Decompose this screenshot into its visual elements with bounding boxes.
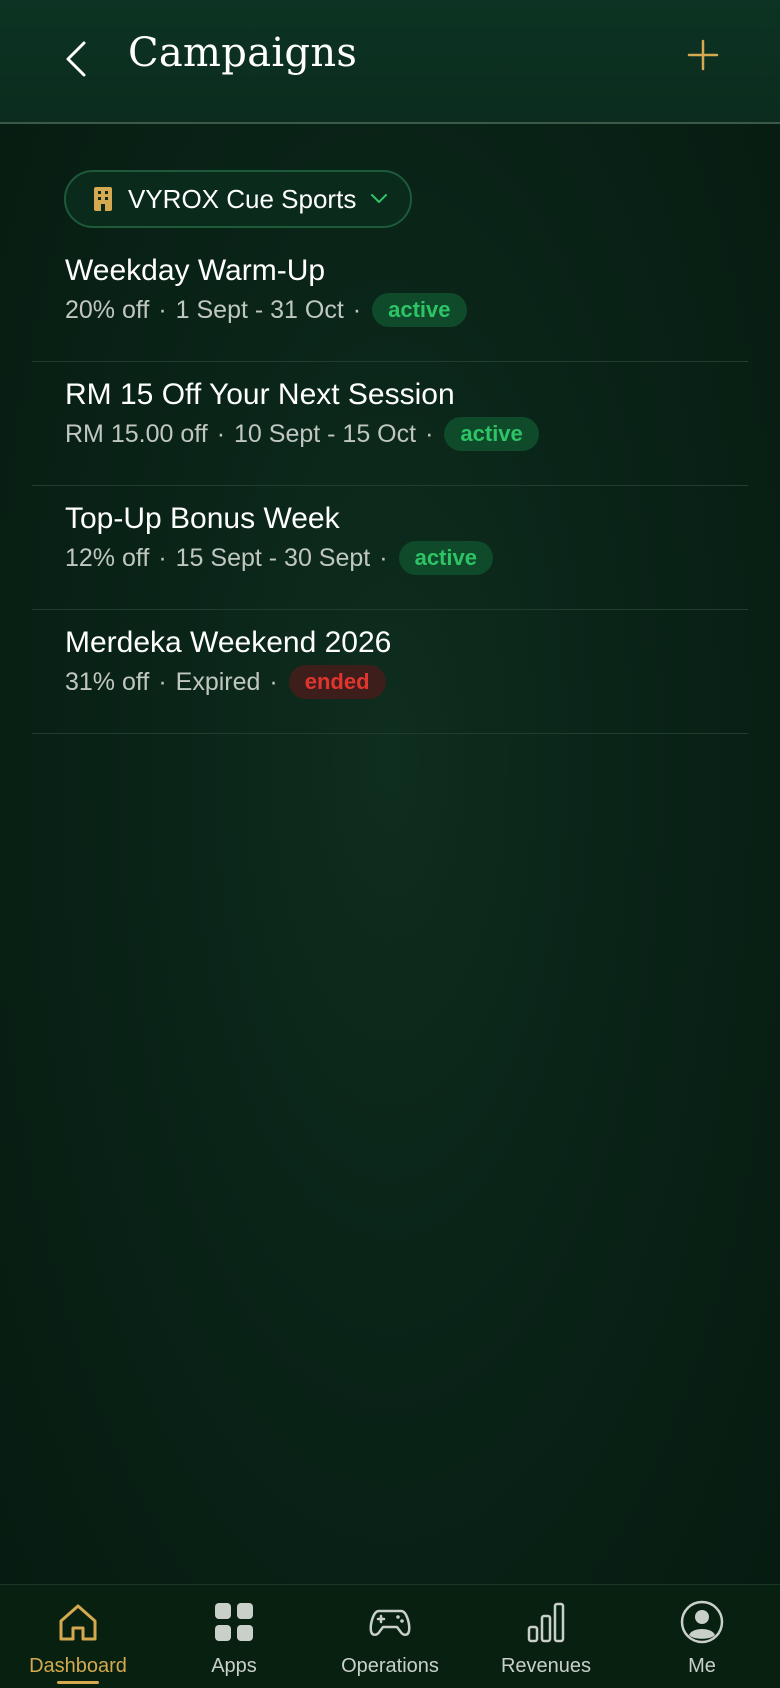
tab-label: Dashboard: [29, 1655, 127, 1677]
user-avatar-icon: [680, 1600, 724, 1644]
campaign-row[interactable]: RM 15 Off Your Next Session RM 15.00 off…: [32, 362, 748, 486]
home-icon: [59, 1604, 97, 1641]
campaign-meta: RM 15.00 off · 10 Sept - 15 Oct · active: [65, 415, 539, 453]
campaign-discount: 20% off: [65, 295, 150, 324]
campaign-period: 1 Sept - 31 Oct: [175, 295, 344, 324]
campaign-title: RM 15 Off Your Next Session: [65, 378, 455, 411]
header-bar: Campaigns: [0, 0, 780, 124]
campaign-discount: 31% off: [65, 667, 150, 696]
chevron-down-icon: [371, 194, 388, 203]
campaign-period: 15 Sept - 30 Sept: [175, 543, 371, 572]
separator: ·: [158, 543, 167, 572]
separator: ·: [352, 295, 362, 324]
status-badge: ended: [288, 665, 386, 699]
add-campaign-button[interactable]: [686, 38, 720, 72]
campaign-title: Weekday Warm-Up: [65, 254, 326, 287]
campaign-meta: 12% off · 15 Sept - 30 Sept · active: [65, 539, 493, 577]
tab-label: Apps: [211, 1655, 257, 1677]
plus-icon: [687, 39, 719, 71]
status-badge: active: [444, 417, 539, 451]
campaigns-screen: Campaigns VYROX Cue Sports Weekday Warm-…: [0, 0, 780, 1688]
bottom-tab-bar: Dashboard Apps Operations Revenues Me: [0, 1584, 780, 1688]
separator: ·: [158, 295, 167, 324]
campaign-title: Top-Up Bonus Week: [65, 502, 340, 535]
venue-selector[interactable]: VYROX Cue Sports: [64, 170, 412, 228]
campaign-meta: 20% off · 1 Sept - 31 Oct · active: [65, 291, 467, 329]
campaign-row[interactable]: Top-Up Bonus Week 12% off · 15 Sept - 30…: [32, 486, 748, 610]
tab-dashboard[interactable]: Dashboard: [0, 1585, 156, 1688]
tab-revenues[interactable]: Revenues: [468, 1585, 624, 1688]
tab-me[interactable]: Me: [624, 1585, 780, 1688]
building-icon: [94, 187, 112, 211]
status-badge: active: [398, 541, 493, 575]
campaign-period: 10 Sept - 15 Oct: [234, 419, 417, 448]
campaign-list: Weekday Warm-Up 20% off · 1 Sept - 31 Oc…: [32, 238, 748, 734]
separator: ·: [158, 667, 167, 696]
separator: ·: [425, 419, 434, 448]
tab-operations[interactable]: Operations: [312, 1585, 468, 1688]
campaign-discount: RM 15.00 off: [65, 419, 208, 448]
campaign-period: Expired: [175, 667, 261, 696]
status-badge: active: [372, 293, 467, 327]
tab-label: Operations: [341, 1655, 439, 1677]
tab-apps[interactable]: Apps: [156, 1585, 312, 1688]
campaign-discount: 12% off: [65, 543, 150, 572]
campaign-row[interactable]: Merdeka Weekend 2026 31% off · Expired ·…: [32, 610, 748, 734]
chevron-left-icon: [66, 41, 86, 77]
tab-label: Me: [688, 1655, 716, 1677]
selected-indicator: [57, 1681, 99, 1684]
page-title: Campaigns: [128, 30, 358, 76]
campaign-title: Merdeka Weekend 2026: [65, 626, 392, 659]
separator: ·: [216, 419, 226, 448]
bar-chart-icon: [527, 1602, 565, 1643]
back-button[interactable]: [58, 36, 94, 82]
campaign-meta: 31% off · Expired · ended: [65, 663, 386, 701]
separator: ·: [269, 667, 278, 696]
tab-label: Revenues: [500, 1655, 592, 1677]
apps-grid-icon: [215, 1603, 253, 1641]
venue-label: VYROX Cue Sports: [128, 183, 357, 214]
gamepad-icon: [369, 1609, 411, 1636]
separator: ·: [379, 543, 388, 572]
campaign-row[interactable]: Weekday Warm-Up 20% off · 1 Sept - 31 Oc…: [32, 238, 748, 362]
